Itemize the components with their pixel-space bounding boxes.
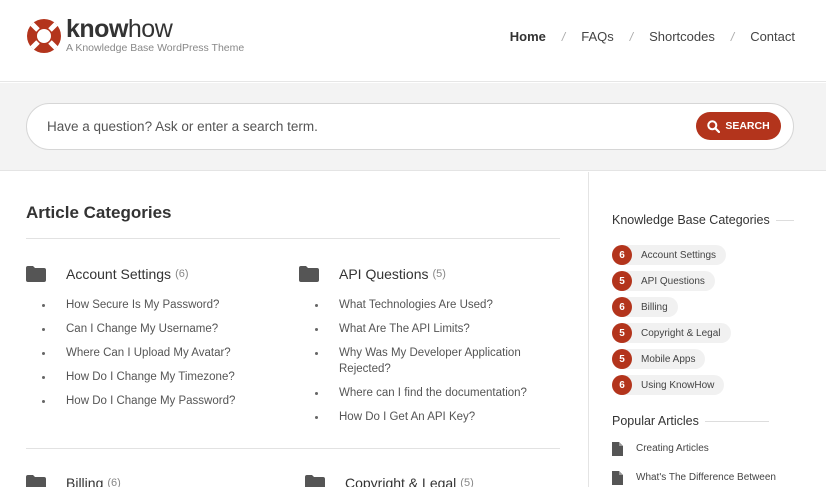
kb-category-item[interactable]: 5 API Questions — [612, 268, 731, 294]
divider — [26, 448, 560, 449]
sidebar-popular-heading: Popular Articles — [612, 414, 769, 428]
kb-count-badge: 5 — [612, 271, 632, 291]
article-link[interactable]: How Do I Change My Password? — [42, 393, 266, 409]
kb-category-list: 6 Account Settings 5 API Questions 6 Billin… — [612, 242, 731, 398]
article-link[interactable]: Why Was My Developer Application Rejecte… — [315, 345, 539, 377]
kb-category-item[interactable]: 6 Account Settings — [612, 242, 731, 268]
main-content: Article Categories Account Settings (6) … — [26, 172, 560, 487]
search-input[interactable] — [47, 104, 647, 149]
site-logo-text[interactable]: knowhow — [66, 15, 173, 44]
nav-separator: / — [730, 29, 735, 44]
kb-category-item[interactable]: 5 Mobile Apps — [612, 346, 731, 372]
category-billing: Billing (6) — [26, 473, 121, 487]
sidebar-popular-title: Popular Articles — [612, 414, 699, 428]
popular-article-item[interactable]: What's The Difference Between — [612, 471, 776, 487]
site-header: knowhow A Knowledge Base WordPress Theme… — [0, 0, 826, 82]
kb-category-item[interactable]: 6 Using KnowHow — [612, 372, 731, 398]
article-link[interactable]: What Are The API Limits? — [315, 321, 539, 337]
category-account-settings: Account Settings (6) How Secure Is My Pa… — [26, 264, 266, 417]
sidebar: Knowledge Base Categories 6 Account Setti… — [588, 172, 826, 487]
article-link[interactable]: How Do I Change My Timezone? — [42, 369, 266, 385]
nav-contact[interactable]: Contact — [750, 29, 795, 44]
sidebar-kb-title: Knowledge Base Categories — [612, 213, 770, 227]
category-title[interactable]: Account Settings — [66, 266, 171, 282]
nav-home[interactable]: Home — [510, 29, 546, 44]
popular-article-label: Creating Articles — [636, 443, 709, 454]
document-icon — [612, 471, 623, 485]
kb-category-item[interactable]: 6 Billing — [612, 294, 731, 320]
category-count: (6) — [107, 477, 121, 487]
lifebuoy-logo-icon[interactable] — [26, 18, 62, 54]
nav-separator: / — [561, 29, 566, 44]
kb-category-label: API Questions — [641, 275, 705, 287]
folder-icon — [26, 266, 46, 282]
category-title[interactable]: Billing — [66, 475, 103, 487]
popular-article-list: Creating Articles What's The Difference … — [612, 442, 776, 487]
article-link[interactable]: Where Can I Upload My Avatar? — [42, 345, 266, 361]
search-box: SEARCH — [26, 103, 794, 150]
category-count: (5) — [432, 268, 446, 280]
nav-faqs[interactable]: FAQs — [581, 29, 614, 44]
folder-icon — [26, 475, 46, 487]
main-nav: Home / FAQs / Shortcodes / Contact — [510, 29, 795, 44]
site-tagline: A Knowledge Base WordPress Theme — [66, 42, 245, 54]
search-button[interactable]: SEARCH — [696, 112, 781, 140]
article-link[interactable]: How Do I Get An API Key? — [315, 409, 539, 425]
category-title[interactable]: Copyright & Legal — [345, 475, 456, 487]
search-icon — [707, 119, 721, 133]
article-link[interactable]: Can I Change My Username? — [42, 321, 266, 337]
nav-shortcodes[interactable]: Shortcodes — [649, 29, 715, 44]
category-count: (5) — [460, 477, 474, 487]
category-count: (6) — [175, 268, 189, 280]
kb-count-badge: 6 — [612, 245, 632, 265]
sidebar-kb-heading: Knowledge Base Categories — [612, 213, 794, 227]
divider — [26, 238, 560, 239]
kb-category-label: Mobile Apps — [641, 353, 696, 365]
article-link[interactable]: What Technologies Are Used? — [315, 297, 539, 313]
nav-separator: / — [629, 29, 634, 44]
article-link[interactable]: Where can I find the documentation? — [315, 385, 539, 401]
heading-line — [775, 219, 794, 221]
kb-count-badge: 5 — [612, 349, 632, 369]
folder-icon — [305, 475, 325, 487]
category-title[interactable]: API Questions — [339, 266, 429, 282]
page-title: Article Categories — [26, 203, 172, 222]
kb-category-label: Copyright & Legal — [641, 327, 721, 339]
search-band: SEARCH — [0, 83, 826, 171]
category-api-questions: API Questions (5) What Technologies Are … — [299, 264, 539, 433]
kb-category-label: Using KnowHow — [641, 379, 715, 391]
kb-category-item[interactable]: 5 Copyright & Legal — [612, 320, 731, 346]
article-link[interactable]: How Secure Is My Password? — [42, 297, 266, 313]
heading-line — [704, 420, 769, 422]
category-copyright-legal: Copyright & Legal (5) — [305, 473, 474, 487]
kb-count-badge: 6 — [612, 375, 632, 395]
search-button-label: SEARCH — [725, 120, 770, 132]
kb-category-label: Billing — [641, 301, 668, 313]
kb-count-badge: 5 — [612, 323, 632, 343]
folder-icon — [299, 266, 319, 282]
popular-article-item[interactable]: Creating Articles — [612, 442, 776, 471]
document-icon — [612, 442, 623, 456]
kb-count-badge: 6 — [612, 297, 632, 317]
kb-category-label: Account Settings — [641, 249, 717, 261]
popular-article-label: What's The Difference Between — [636, 472, 776, 483]
